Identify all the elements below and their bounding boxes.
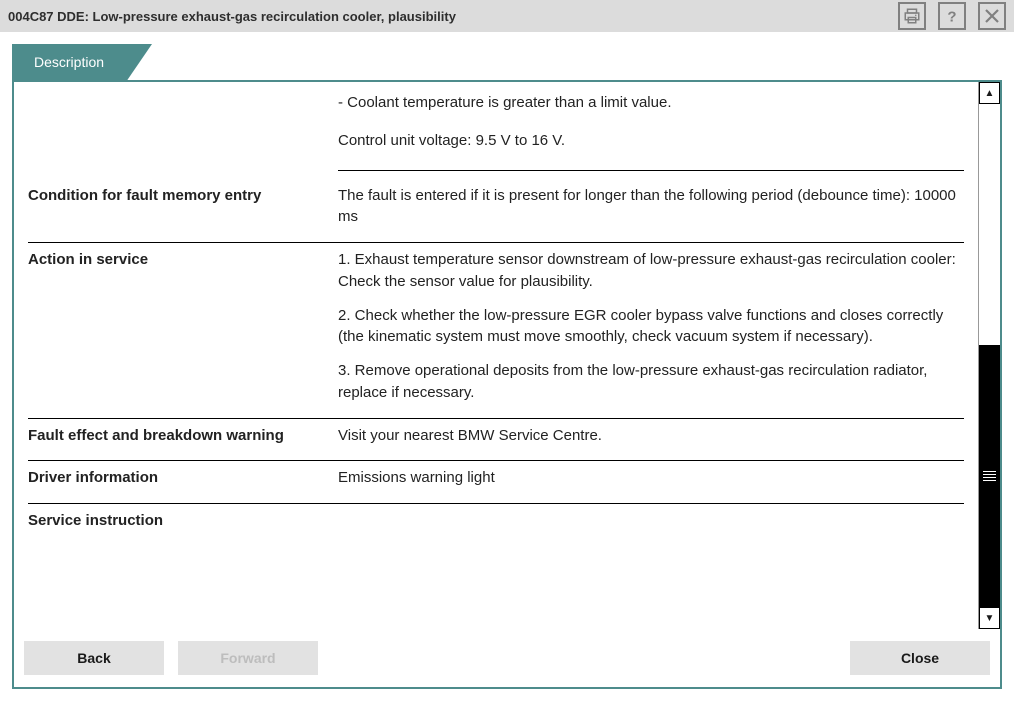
scroll-thumb[interactable] [979, 345, 1000, 607]
app-window: 004C87 DDE: Low-pressure exhaust-gas rec… [0, 0, 1014, 701]
driver-text: Emissions warning light [338, 467, 964, 489]
scroll-up-button[interactable]: ▲ [979, 82, 1000, 104]
row-condition: Condition for fault memory entry The fau… [28, 179, 964, 244]
row-service: Service instruction [28, 504, 964, 546]
condition-text: The fault is entered if it is present fo… [338, 185, 964, 229]
help-button[interactable]: ? [938, 2, 966, 30]
condition-value: The fault is entered if it is present fo… [338, 185, 964, 229]
content-scroll: - Coolant temperature is greater than a … [14, 82, 978, 629]
effect-text: Visit your nearest BMW Service Centre. [338, 425, 964, 447]
chevron-up-icon: ▲ [985, 88, 995, 99]
close-window-button[interactable] [978, 2, 1006, 30]
close-button[interactable]: Close [850, 641, 990, 675]
scroll-track[interactable] [979, 104, 1000, 607]
back-button[interactable]: Back [24, 641, 164, 675]
tab-label: Description [34, 54, 104, 70]
intro-block: - Coolant temperature is greater than a … [338, 92, 964, 171]
scroll-down-button[interactable]: ▼ [979, 607, 1000, 629]
print-icon [903, 7, 921, 25]
condition-label: Condition for fault memory entry [28, 185, 338, 229]
scroll-thumb-grip-icon [983, 471, 996, 481]
service-value [338, 510, 964, 532]
tab-description[interactable]: Description [12, 44, 126, 80]
close-label: Close [901, 650, 939, 666]
action-step-2: 2. Check whether the low-pressure EGR co… [338, 305, 964, 349]
window-title: 004C87 DDE: Low-pressure exhaust-gas rec… [8, 9, 890, 24]
driver-value: Emissions warning light [338, 467, 964, 489]
tab-row: Description [12, 44, 1002, 80]
back-label: Back [77, 650, 110, 666]
content-panel: - Coolant temperature is greater than a … [12, 80, 1002, 689]
intro-line-2: Control unit voltage: 9.5 V to 16 V. [338, 130, 964, 152]
forward-label: Forward [220, 650, 275, 666]
driver-label: Driver information [28, 467, 338, 489]
action-value: 1. Exhaust temperature sensor downstream… [338, 249, 964, 404]
content-row: - Coolant temperature is greater than a … [14, 82, 1000, 629]
chevron-down-icon: ▼ [985, 613, 995, 624]
action-step-3: 3. Remove operational deposits from the … [338, 360, 964, 404]
print-button[interactable] [898, 2, 926, 30]
action-label: Action in service [28, 249, 338, 404]
footer: Back Forward Close [14, 629, 1000, 687]
row-driver: Driver information Emissions warning lig… [28, 461, 964, 504]
forward-button: Forward [178, 641, 318, 675]
titlebar: 004C87 DDE: Low-pressure exhaust-gas rec… [0, 0, 1014, 32]
workarea: Description - Coolant temperature is gre… [0, 32, 1014, 701]
intro-line-1: - Coolant temperature is greater than a … [338, 92, 964, 114]
service-label: Service instruction [28, 510, 338, 532]
help-icon: ? [943, 7, 961, 25]
action-step-1: 1. Exhaust temperature sensor downstream… [338, 249, 964, 293]
vertical-scrollbar[interactable]: ▲ ▼ [978, 82, 1000, 629]
titlebar-buttons: ? [898, 2, 1006, 30]
effect-value: Visit your nearest BMW Service Centre. [338, 425, 964, 447]
close-icon [983, 7, 1001, 25]
svg-text:?: ? [947, 8, 956, 25]
effect-label: Fault effect and breakdown warning [28, 425, 338, 447]
row-action: Action in service 1. Exhaust temperature… [28, 243, 964, 419]
row-effect: Fault effect and breakdown warning Visit… [28, 419, 964, 462]
